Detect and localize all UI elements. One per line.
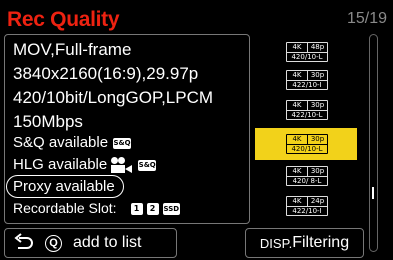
resolution-info: 3840x2160(16:9),29.97p — [13, 64, 199, 83]
scrollbar-thumb[interactable] — [372, 187, 374, 199]
encoding-info: 420/10bit/LongGOP,LPCM — [13, 88, 214, 107]
option-spec: 422/10-I — [292, 207, 322, 215]
option-spec: 422/10-L — [291, 111, 323, 119]
video-camera-icon — [111, 157, 133, 174]
option-resolution: 4K — [287, 71, 308, 80]
hlg-sq-badge-icon: S&Q — [138, 159, 157, 171]
proxy-available-highlight: Proxy available — [6, 175, 124, 198]
disp-filtering-button[interactable]: DISP. Filtering — [245, 228, 364, 258]
slot-1-icon: 1 — [130, 203, 143, 216]
option-spec: 420/10-L — [291, 53, 323, 61]
disp-key-label: DISP. — [259, 235, 293, 251]
option-fps: 30p — [310, 71, 325, 79]
info-panel: MOV,Full-frame 3840x2160(16:9),29.97p 42… — [4, 34, 250, 224]
hlg-available-label: HLG available — [13, 156, 108, 173]
option-resolution: 4K — [287, 43, 308, 52]
return-arrow-icon — [14, 233, 33, 249]
rec-quality-option-selected[interactable]: 4K 30p 420/10-L — [286, 134, 328, 154]
back-button[interactable]: Q add to list — [4, 228, 177, 258]
rec-quality-option[interactable]: 4K 48p 420/10-L — [286, 42, 328, 62]
rec-quality-option[interactable]: 4K 24p 422/10-I — [286, 196, 328, 216]
sq-badge-icon: S&Q — [113, 137, 132, 149]
ssd-slot-icon: SSD — [162, 203, 181, 216]
page-title: Rec Quality — [7, 8, 120, 31]
sq-available-info: S&Q available S&Q — [13, 134, 132, 151]
rec-quality-option[interactable]: 4K 30p 420/ 8-L — [286, 166, 328, 186]
option-fps: 48p — [310, 43, 325, 51]
option-spec: 422/10-I — [292, 81, 322, 89]
option-resolution: 4K — [287, 167, 308, 176]
codec-info: MOV,Full-frame — [13, 40, 132, 59]
recordable-slot-label: Recordable Slot: — [13, 200, 117, 216]
q-button-icon[interactable]: Q — [45, 234, 62, 252]
rec-quality-option[interactable]: 4K 30p 422/10-I — [286, 70, 328, 90]
option-fps: 30p — [310, 167, 325, 175]
slot-2-icon: 2 — [146, 203, 159, 216]
option-fps: 30p — [310, 135, 325, 143]
option-resolution: 4K — [287, 197, 308, 206]
option-fps: 30p — [310, 101, 325, 109]
option-spec: 420/10-L — [291, 145, 323, 153]
option-spec: 420/ 8-L — [292, 177, 322, 185]
recordable-slot-info: Recordable Slot: 1 2 SSD — [13, 200, 181, 216]
sq-available-label: S&Q available — [13, 134, 109, 151]
rec-quality-option[interactable]: 4K 30p 422/10-L — [286, 100, 328, 120]
page-indicator: 15/19 — [346, 10, 387, 27]
scrollbar[interactable] — [369, 34, 378, 252]
option-fps: 24p — [310, 197, 325, 205]
filtering-label: Filtering — [292, 234, 350, 251]
hlg-available-info: HLG available S&Q — [13, 156, 157, 174]
option-resolution: 4K — [287, 101, 308, 110]
option-resolution: 4K — [287, 135, 308, 144]
add-to-list-label[interactable]: add to list — [73, 234, 141, 252]
bitrate-info: 150Mbps — [13, 112, 83, 131]
